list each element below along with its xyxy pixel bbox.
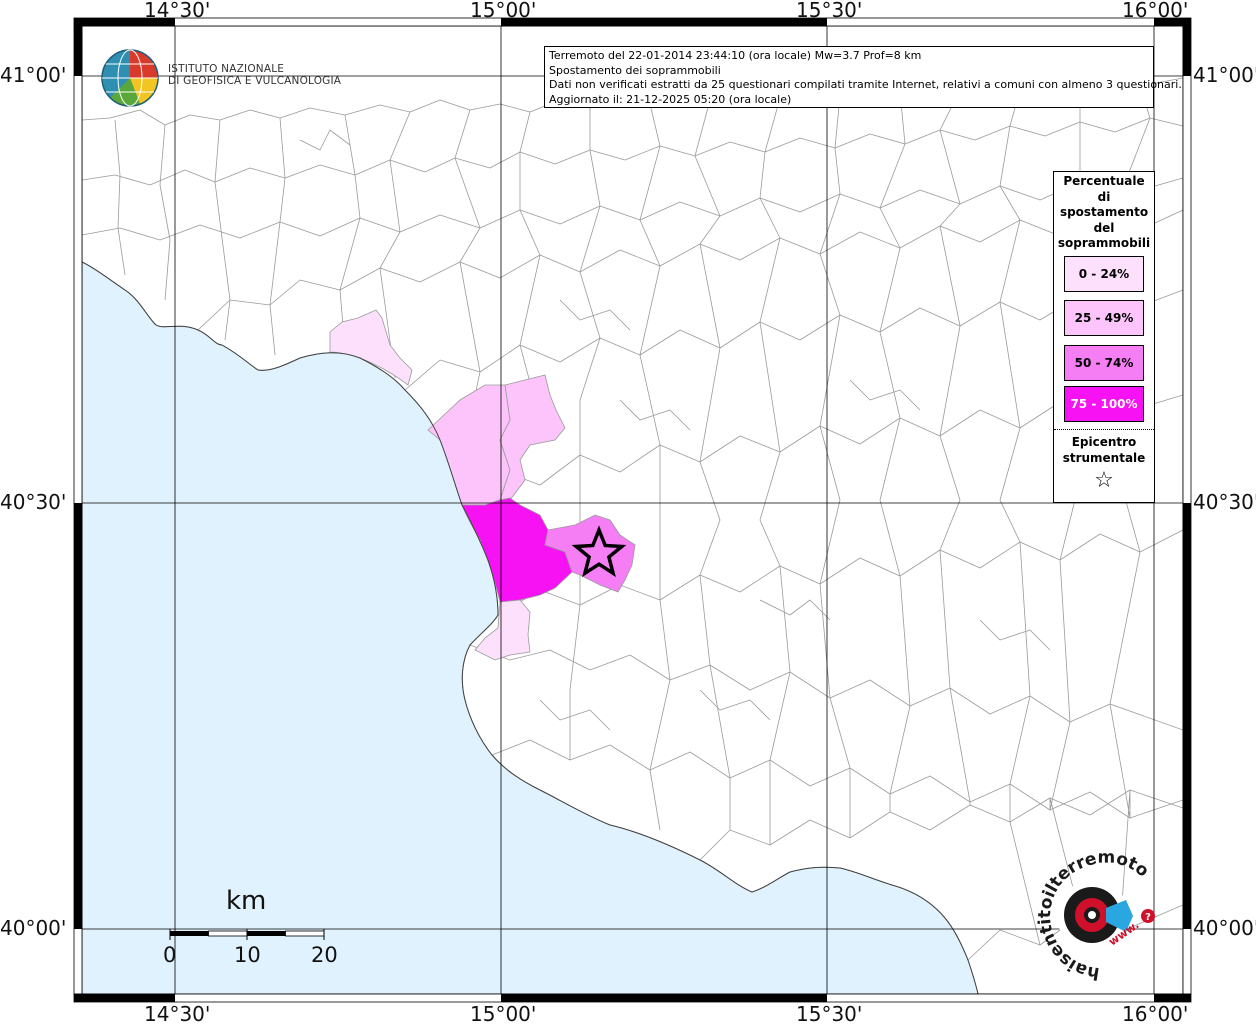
lon-label-top-1: 14°30' [144, 0, 211, 22]
scale-unit: km [226, 886, 267, 916]
info-line-event: Terremoto del 22-01-2014 23:44:10 (ora l… [549, 49, 922, 62]
scale-tick-0: 0 [163, 943, 177, 967]
info-line-disclaimer: Dati non verificati estratti da 25 quest… [549, 78, 1182, 91]
intensity-map: ? 14°30' 15°00' 15°30' 16°00' 14°30' 15°… [0, 0, 1256, 1026]
lon-label-bottom-3: 15°30' [796, 1002, 863, 1026]
lon-label-bottom-2: 15°00' [470, 1002, 537, 1026]
legend-title: Percentuale di spostamento del soprammob… [1054, 172, 1154, 252]
scale-tick-10: 10 [234, 943, 261, 967]
legend: Percentuale di spostamento del soprammob… [1053, 171, 1155, 503]
lat-label-left-2: 40°30' [0, 490, 67, 514]
legend-epicenter-label: Epicentro strumentale [1054, 434, 1154, 466]
lon-label-top-3: 15°30' [796, 0, 863, 22]
legend-epicenter-line: strumentale [1062, 451, 1146, 465]
legend-title-line: di [1097, 189, 1111, 204]
lat-label-right-2: 40°30' [1193, 490, 1256, 514]
info-line-updated: Aggiornato il: 21-12-2025 05:20 (ora loc… [549, 92, 792, 106]
lat-label-right-1: 41°00' [1193, 63, 1256, 87]
event-info-box: Terremoto del 22-01-2014 23:44:10 (ora l… [544, 46, 1182, 108]
lon-label-top-2: 15°00' [470, 0, 537, 22]
legend-title-line: Percentuale [1063, 174, 1145, 188]
scale-tick-20: 20 [311, 943, 338, 967]
svg-text:?: ? [1145, 912, 1151, 923]
ingv-line-1: ISTITUTO NAZIONALE [168, 63, 285, 75]
legend-title-line: del [1093, 220, 1115, 235]
ingv-logo-text: ISTITUTO NAZIONALE DI GEOFISICA E VULCAN… [168, 63, 341, 87]
legend-class-75-100: 75 - 100% [1064, 386, 1144, 422]
lon-label-top-4: 16°00' [1122, 0, 1189, 22]
legend-title-line: spostamento [1059, 205, 1149, 219]
legend-epicenter-line: Epicentro [1071, 435, 1137, 449]
legend-title-line: soprammobili [1057, 236, 1151, 250]
lon-label-bottom-1: 14°30' [144, 1002, 211, 1026]
legend-separator [1054, 429, 1154, 430]
legend-class-25-49: 25 - 49% [1064, 300, 1144, 336]
ingv-globe-logo [101, 49, 159, 107]
legend-class-50-74: 50 - 74% [1064, 345, 1144, 381]
lat-label-right-3: 40°00' [1193, 916, 1256, 940]
map-canvas: ? [73, 17, 1192, 1003]
lat-label-left-3: 40°00' [0, 916, 67, 940]
lon-label-bottom-4: 16°00' [1122, 1002, 1189, 1026]
info-line-parameter: Spostamento dei soprammobili [549, 63, 721, 77]
ingv-line-2: DI GEOFISICA E VULCANOLOGIA [168, 75, 342, 87]
legend-class-0-24: 0 - 24% [1064, 256, 1144, 292]
lat-label-left-1: 41°00' [0, 63, 67, 87]
legend-star-icon: ☆ [1094, 468, 1114, 493]
